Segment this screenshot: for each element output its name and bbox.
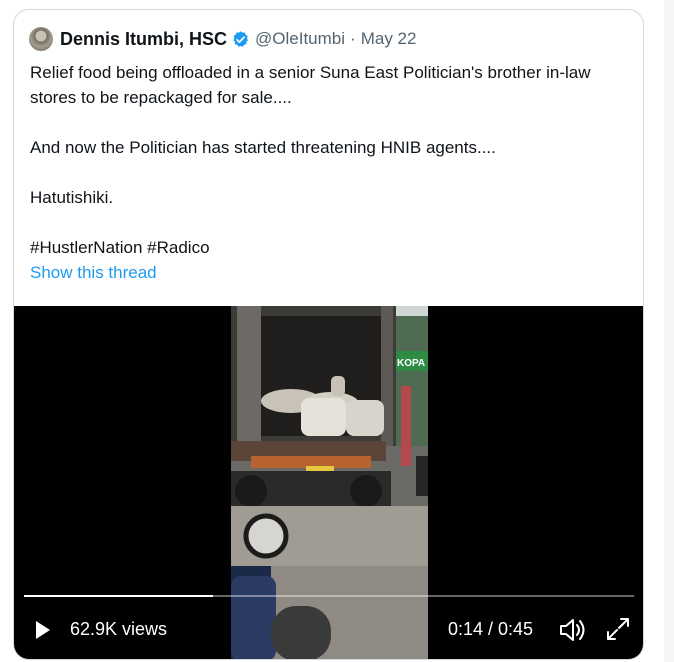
tweet-date[interactable]: May 22: [361, 29, 417, 49]
hashtags[interactable]: #HustlerNation #Radico: [30, 235, 630, 260]
verified-badge-icon: [233, 30, 249, 47]
truck-sign-text: KOPA: [397, 358, 425, 369]
tweet-text-line: Hatutishiki.: [30, 188, 114, 207]
author-name[interactable]: Dennis Itumbi, HSC: [60, 29, 227, 50]
show-thread-link[interactable]: Show this thread: [30, 263, 157, 283]
tweet-text-line: Relief food being offloaded in a senior …: [30, 63, 591, 107]
video-progress-fill: [24, 595, 214, 597]
page-scrollbar[interactable]: [664, 0, 674, 662]
avatar[interactable]: [29, 27, 53, 51]
video-time: 0:14 / 0:45: [448, 619, 534, 639]
fullscreen-icon[interactable]: [604, 615, 632, 643]
play-icon[interactable]: [34, 619, 52, 641]
tweet-text: Relief food being offloaded in a senior …: [30, 60, 630, 260]
separator-dot: ·: [350, 29, 356, 48]
video-frame: KOPA: [231, 306, 428, 659]
video-player[interactable]: KOPA 62.9K views 0:14 / 0:45: [14, 306, 643, 659]
view-count: 62.9K views: [70, 619, 168, 639]
tweet-card[interactable]: Dennis Itumbi, HSC @OleItumbi · May 22 R…: [13, 9, 644, 660]
volume-icon[interactable]: [558, 616, 588, 644]
author-handle[interactable]: @OleItumbi: [255, 29, 345, 49]
video-progress-bar[interactable]: [24, 595, 634, 597]
tweet-text-line: And now the Politician has started threa…: [30, 138, 496, 157]
tweet-header: Dennis Itumbi, HSC @OleItumbi · May 22: [29, 26, 416, 52]
